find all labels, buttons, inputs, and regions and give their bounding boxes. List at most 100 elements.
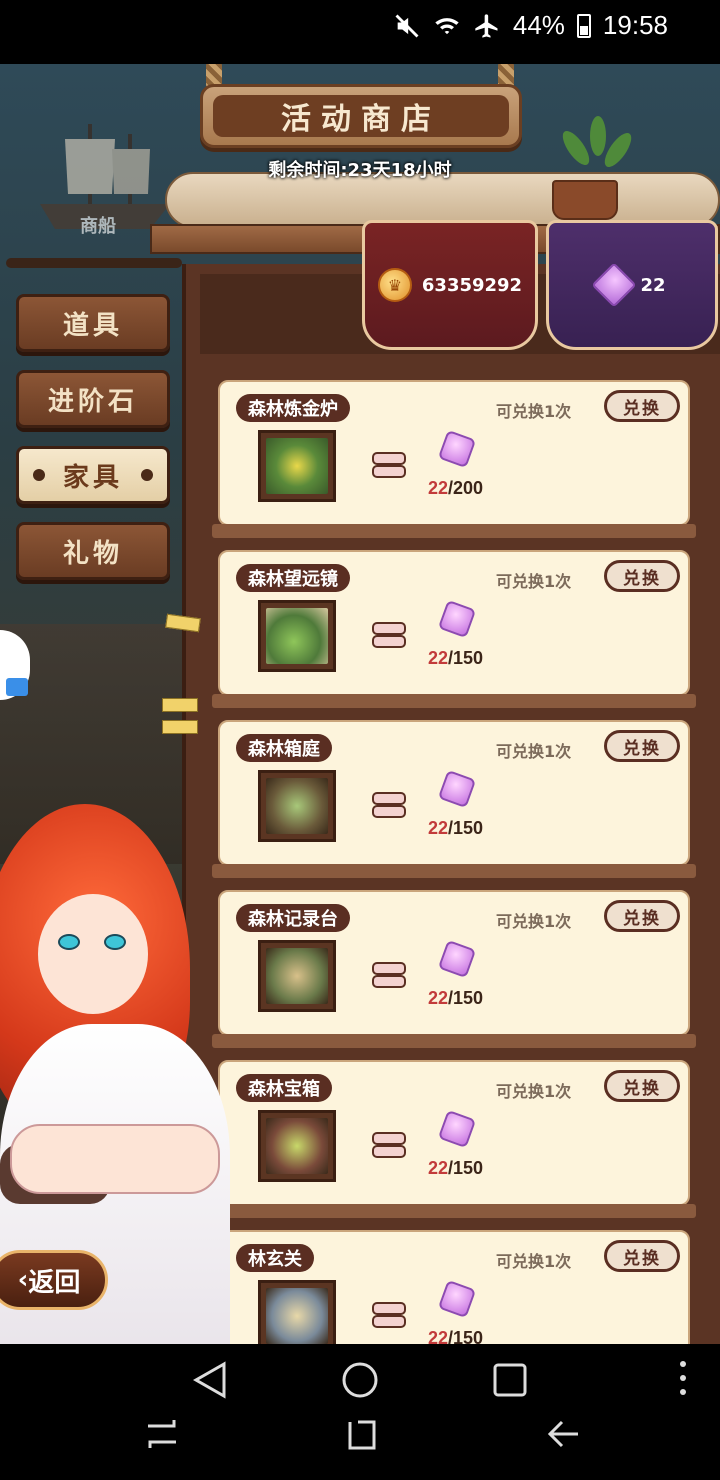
gold-amount: 63359292 — [421, 274, 523, 296]
alchemy-furnace-icon — [266, 438, 328, 494]
gem-icon — [437, 429, 477, 469]
status-icons: 44% 19:58 — [393, 10, 668, 41]
item-name: 森林箱庭 — [236, 734, 332, 762]
gem-icon — [437, 1109, 477, 1149]
exchange-limit: 可兑换1次 — [496, 1082, 572, 1101]
equals-icon — [372, 792, 406, 818]
hanging-tag — [162, 720, 198, 734]
shelf-board — [212, 694, 696, 708]
equals-icon — [372, 1132, 406, 1158]
back-label: 返回 — [28, 1267, 81, 1298]
item-cost: 22/150 — [428, 1158, 484, 1178]
tab-label: 家具 — [62, 462, 123, 493]
record-desk-icon — [266, 948, 328, 1004]
item-name: 森林宝箱 — [236, 1074, 332, 1102]
item-cost: 22/150 — [428, 818, 484, 838]
garden-box-icon — [266, 778, 328, 834]
plant-pot-icon — [552, 180, 618, 220]
shop-item-card: 森林记录台 可兑换1次 兑换 22/150 — [212, 890, 696, 1048]
floating-assistant-icon — [6, 678, 28, 696]
exchange-limit: 可兑换1次 — [496, 912, 572, 931]
exchange-limit: 可兑换1次 — [496, 1252, 572, 1271]
gem-icon — [437, 1279, 477, 1319]
shop-item-card: 森林望远镜 可兑换1次 兑换 22/150 — [212, 550, 696, 708]
character-eye — [58, 934, 80, 950]
item-name: 森林炼金炉 — [236, 394, 350, 422]
item-name: 森林记录台 — [236, 904, 350, 932]
exchange-limit: 可兑换1次 — [496, 402, 572, 421]
character-face — [38, 894, 148, 1014]
ship-label: 商船 — [80, 216, 116, 237]
gem-amount: 22 — [640, 274, 666, 296]
equals-icon — [372, 452, 406, 478]
clock: 19:58 — [602, 10, 668, 40]
shop-title-board: 活动商店 — [200, 84, 522, 148]
item-cost: 22/150 — [428, 988, 484, 1008]
telescope-icon — [266, 608, 328, 664]
battery-percent: 44% — [512, 10, 565, 40]
back-button[interactable]: ‹ 返回 — [0, 1250, 108, 1310]
gem-icon — [591, 262, 638, 308]
nav-back-icon[interactable] — [190, 1360, 230, 1400]
shelf-board — [212, 524, 696, 538]
tab-rivet — [141, 469, 153, 481]
tab-items[interactable]: 道具 — [16, 294, 170, 352]
remaining-time: 剩余时间:23天18小时 — [268, 160, 452, 181]
status-bar: 44% 19:58 — [0, 0, 720, 64]
battery-icon — [576, 13, 591, 38]
exchange-button[interactable]: 兑换 — [604, 1240, 680, 1272]
navigation-bar — [0, 1344, 720, 1480]
exchange-limit: 可兑换1次 — [496, 572, 572, 591]
shop-item-card: 森林炼金炉 可兑换1次 兑换 22/200 — [212, 380, 696, 538]
exchange-button[interactable]: 兑换 — [604, 560, 680, 592]
nav-more-icon[interactable] — [676, 1358, 690, 1398]
tab-gifts[interactable]: 礼物 — [16, 522, 170, 580]
item-name: 林玄关 — [236, 1244, 314, 1272]
character-arm — [10, 1124, 220, 1194]
gem-icon — [437, 769, 477, 809]
exchange-button[interactable]: 兑换 — [604, 390, 680, 422]
item-picture-frame — [258, 430, 336, 502]
exchange-button[interactable]: 兑换 — [604, 730, 680, 762]
chevron-left-icon: ‹ — [17, 1265, 29, 1295]
coin-icon: ♛ — [377, 268, 412, 302]
mute-icon — [395, 14, 419, 37]
entrance-icon — [266, 1288, 328, 1344]
shelf-board — [212, 1204, 696, 1218]
treasure-chest-icon — [266, 1118, 328, 1174]
nav-home-icon[interactable] — [340, 1360, 380, 1400]
gem-currency-panel: 22 — [546, 220, 718, 350]
item-cost: 22/150 — [428, 1328, 484, 1344]
nav-arrow-back-icon[interactable] — [546, 1416, 582, 1452]
tab-furniture[interactable]: 家具 — [16, 446, 170, 504]
gem-icon — [437, 599, 477, 639]
item-picture-frame — [258, 1110, 336, 1182]
shop-item-card: 森林宝箱 可兑换1次 兑换 22/150 — [212, 1060, 696, 1218]
shop-item-card: 林玄关 可兑换1次 兑换 22/150 — [218, 1230, 690, 1344]
shelf-board — [212, 864, 696, 878]
shop-title: 活动商店 — [213, 95, 509, 137]
item-picture-frame — [258, 1280, 336, 1344]
tab-hanger — [6, 258, 182, 268]
airplane-icon — [475, 13, 498, 38]
gold-currency-panel: ♛ 63359292 — [362, 220, 538, 350]
nav-recent-apps-swap-icon[interactable] — [144, 1416, 180, 1452]
nav-overview-icon[interactable] — [344, 1414, 380, 1452]
wifi-icon — [435, 17, 459, 34]
exchange-button[interactable]: 兑换 — [604, 1070, 680, 1102]
tab-advance-stone[interactable]: 进阶石 — [16, 370, 170, 428]
item-name: 森林望远镜 — [236, 564, 350, 592]
tab-label: 礼物 — [62, 538, 123, 569]
tab-label: 道具 — [62, 310, 123, 341]
exchange-limit: 可兑换1次 — [496, 742, 572, 761]
equals-icon — [372, 962, 406, 988]
item-picture-frame — [258, 600, 336, 672]
exchange-button[interactable]: 兑换 — [604, 900, 680, 932]
equals-icon — [372, 622, 406, 648]
nav-recents-icon[interactable] — [492, 1362, 528, 1398]
tab-label: 进阶石 — [47, 386, 138, 417]
item-picture-frame — [258, 940, 336, 1012]
item-picture-frame — [258, 770, 336, 842]
character-eye — [104, 934, 126, 950]
item-cost: 22/150 — [428, 648, 484, 668]
